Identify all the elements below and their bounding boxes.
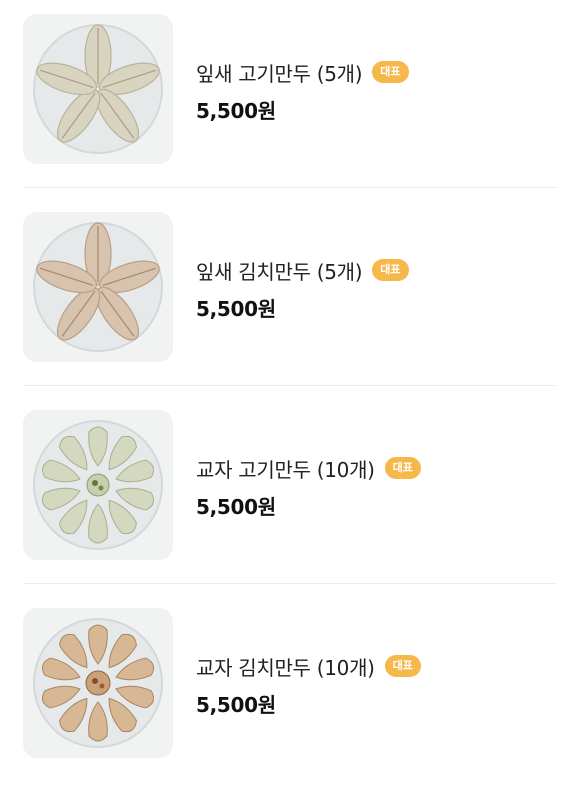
signature-badge: 대표 (384, 457, 421, 479)
menu-item-price: 5,500원 (196, 693, 276, 717)
signature-badge: 대표 (384, 655, 421, 677)
signature-badge: 대표 (372, 259, 409, 281)
menu-item-name: 잎새 김치만두 (5개) (196, 259, 363, 284)
item-divider (23, 583, 557, 584)
menu-list: 잎새 고기만두 (5개) 대표 5,500원 잎새 김치만두 (5개) 대표 5… (0, 0, 580, 767)
menu-item-gyoza-kimchi-dumpling[interactable]: 교자 김치만두 (10개) 대표 5,500원 (0, 594, 580, 792)
menu-item-name: 교자 김치만두 (10개) (196, 655, 375, 680)
gyoza-meat-dumpling-image (23, 410, 173, 560)
leaf-meat-dumpling-image (23, 14, 173, 164)
menu-item-name: 잎새 고기만두 (5개) (196, 61, 363, 86)
gyoza-plate-icon (33, 420, 163, 550)
menu-item-price: 5,500원 (196, 495, 276, 519)
menu-item-leaf-kimchi-dumpling[interactable]: 잎새 김치만두 (5개) 대표 5,500원 (0, 198, 580, 396)
menu-item-gyoza-meat-dumpling[interactable]: 교자 고기만두 (10개) 대표 5,500원 (0, 396, 580, 594)
item-divider (23, 187, 557, 188)
gyoza-kimchi-dumpling-image (23, 608, 173, 758)
dumpling-plate-icon (33, 222, 163, 352)
menu-item-name: 교자 고기만두 (10개) (196, 457, 375, 482)
signature-badge: 대표 (372, 61, 409, 83)
menu-item-leaf-meat-dumpling[interactable]: 잎새 고기만두 (5개) 대표 5,500원 (0, 0, 580, 198)
menu-item-price: 5,500원 (196, 297, 276, 321)
menu-item-price: 5,500원 (196, 99, 276, 123)
gyoza-plate-icon (33, 618, 163, 748)
item-divider (23, 385, 557, 386)
leaf-kimchi-dumpling-image (23, 212, 173, 362)
dumpling-plate-icon (33, 24, 163, 154)
